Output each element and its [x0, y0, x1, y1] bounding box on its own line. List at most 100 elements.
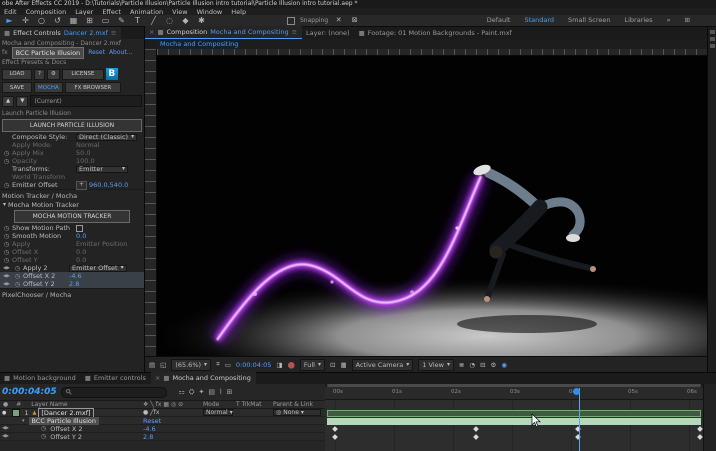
- apply-2-dropdown[interactable]: Emitter Offset ▾: [69, 265, 127, 272]
- effect-name[interactable]: BCC Particle Illusion: [12, 47, 85, 59]
- draft-3d-icon[interactable]: ⛭: [189, 388, 195, 397]
- param-value[interactable]: 2.8: [69, 280, 79, 288]
- tab-layer[interactable]: Layer: (none): [302, 27, 355, 39]
- comp-timecode[interactable]: 0:00:04:05: [236, 361, 272, 369]
- roto-brush-tool-icon[interactable]: ◆: [180, 16, 191, 25]
- stopwatch-icon[interactable]: ◷: [14, 273, 21, 280]
- magnification-icon[interactable]: ◱: [160, 361, 166, 369]
- workspace-standard[interactable]: Standard: [524, 16, 554, 24]
- always-preview-icon[interactable]: ▤: [149, 361, 155, 369]
- snap-option-icon[interactable]: ✕: [333, 17, 344, 24]
- layer-name[interactable]: [Dancer 2.mxf]: [39, 409, 92, 417]
- mocha-button[interactable]: MOCHA: [34, 82, 63, 93]
- keyframe-nav-arrows[interactable]: ◀▶: [3, 274, 12, 279]
- effect-row-bcc-particle-illusion[interactable]: ▾ BCC Particle Illusion Reset: [0, 417, 325, 425]
- tab-effect-controls[interactable]: ■ Effect Controls Dancer 2.mxf ≡: [0, 27, 121, 39]
- exposure-icon[interactable]: ◉: [501, 361, 507, 369]
- snapping-checkbox[interactable]: [287, 17, 295, 25]
- rotate-tool-icon[interactable]: ↺: [52, 16, 63, 25]
- playhead[interactable]: [573, 388, 580, 395]
- property-name[interactable]: Offset X 2: [50, 425, 82, 433]
- docked-panel-icon[interactable]: [710, 37, 715, 41]
- keyframe[interactable]: [473, 434, 479, 440]
- view-layout-dropdown[interactable]: 1 View ▾: [418, 359, 454, 371]
- current-preset-field[interactable]: (Current): [30, 95, 142, 107]
- region-of-interest-icon[interactable]: ⊡: [330, 361, 335, 369]
- keyframe[interactable]: [697, 426, 703, 432]
- layer-duration-bar[interactable]: [327, 410, 701, 417]
- blend-mode-dropdown[interactable]: Normal ▾: [203, 409, 233, 416]
- workspace-overflow-icon[interactable]: »: [667, 16, 671, 24]
- stopwatch-icon[interactable]: ◷: [3, 233, 10, 240]
- frame-blending-icon[interactable]: ▤: [208, 388, 215, 397]
- panel-menu-icon[interactable]: ≡: [292, 28, 297, 36]
- crosshair-picker-icon[interactable]: +: [76, 181, 87, 190]
- show-motion-path-checkbox[interactable]: [76, 225, 83, 232]
- snapshot-icon[interactable]: ◨: [276, 361, 282, 369]
- transforms-dropdown[interactable]: Emitter ▾: [76, 166, 128, 173]
- keyframe[interactable]: [473, 426, 479, 432]
- stopwatch-icon[interactable]: ◷: [3, 150, 10, 157]
- camera-tool-icon[interactable]: ▦: [68, 16, 79, 25]
- effect-name[interactable]: BCC Particle Illusion: [29, 417, 100, 425]
- keyframe[interactable]: [332, 426, 338, 432]
- pen-tool-icon[interactable]: ✎: [116, 16, 127, 25]
- tab-footage[interactable]: ■ Footage: 01 Motion Backgrounds - Paint…: [355, 27, 517, 39]
- snap-grid-icon[interactable]: ⊠: [349, 17, 360, 24]
- grid-guides-icon[interactable]: ⌗: [216, 360, 220, 369]
- next-preset-button[interactable]: ▼: [16, 96, 28, 107]
- puppet-tool-icon[interactable]: ✱: [196, 16, 207, 25]
- selection-tool-icon[interactable]: ►: [4, 16, 15, 25]
- pixel-aspect-icon[interactable]: ≣: [459, 361, 464, 369]
- graph-editor-icon[interactable]: ⊞: [226, 388, 232, 397]
- type-tool-icon[interactable]: T: [132, 16, 143, 25]
- stopwatch-icon[interactable]: ◷: [3, 158, 10, 165]
- shape-tool-icon[interactable]: ▭: [100, 16, 111, 25]
- docked-panel-icon[interactable]: [710, 30, 715, 34]
- twirl-icon[interactable]: ▾: [22, 418, 25, 424]
- comp-viewer[interactable]: [157, 56, 707, 356]
- license-button[interactable]: LICENSE: [62, 69, 104, 80]
- keyframe-nav-arrows[interactable]: ◀▶: [2, 434, 11, 439]
- tab-emitter-controls[interactable]: ■ Emitter controls: [81, 372, 151, 384]
- stopwatch-icon[interactable]: ◷: [14, 281, 21, 288]
- comp-mini-flowchart-icon[interactable]: ⚏: [179, 388, 185, 397]
- selected-effect-band[interactable]: [327, 418, 701, 425]
- workspace-default[interactable]: Default: [487, 16, 511, 24]
- close-icon[interactable]: ×: [155, 374, 160, 382]
- load-button[interactable]: LOAD: [2, 69, 32, 80]
- timeline-search-input[interactable]: [61, 387, 167, 398]
- timeline-track-area[interactable]: 00s 01s 02s 03s 04s 05s 06s: [325, 384, 703, 451]
- resolution-dropdown[interactable]: Full ▾: [300, 359, 325, 371]
- tracker-subgroup[interactable]: ▾ Mocha Motion Tracker: [0, 201, 144, 209]
- stopwatch-icon[interactable]: ◷: [3, 225, 10, 232]
- launch-particle-illusion-button[interactable]: LAUNCH PARTICLE ILLUSION: [2, 119, 142, 132]
- param-value[interactable]: -4.6: [69, 272, 82, 280]
- fx-browser-button[interactable]: FX BROWSER: [65, 82, 121, 93]
- effect-reset-link[interactable]: Reset: [143, 417, 161, 425]
- stopwatch-icon[interactable]: ◷: [41, 433, 46, 440]
- keyframe[interactable]: [697, 434, 703, 440]
- fast-previews-icon[interactable]: ◔: [469, 361, 475, 369]
- motion-blur-icon[interactable]: ⌇: [219, 388, 222, 397]
- settings-gear-icon[interactable]: ⚙: [47, 69, 60, 80]
- tab-composition[interactable]: × ■ Composition Mocha and Compositing ≡: [145, 26, 302, 39]
- save-button[interactable]: SAVE: [2, 82, 32, 93]
- keyframe[interactable]: [332, 434, 338, 440]
- property-name[interactable]: Offset Y 2: [50, 433, 82, 441]
- keyframe-nav-arrows[interactable]: ◀▶: [2, 426, 11, 431]
- pixelchooser-group-header[interactable]: PixelChooser / Mocha: [0, 288, 144, 300]
- stopwatch-icon[interactable]: ◷: [14, 265, 21, 272]
- property-value[interactable]: 2.8: [143, 433, 153, 441]
- property-row-offset-x2[interactable]: ◀▶ ◷ Offset X 2 -4.6: [0, 425, 325, 433]
- timeline-button-icon[interactable]: ⊟: [480, 361, 485, 369]
- borisfx-logo[interactable]: B: [106, 68, 118, 80]
- search-workspaces-icon[interactable]: ⊞: [685, 16, 690, 24]
- layer-name-header[interactable]: Layer Name: [31, 401, 67, 408]
- pan-behind-tool-icon[interactable]: ⊞: [84, 16, 95, 25]
- eye-icon[interactable]: ●: [2, 410, 6, 416]
- workspace-libraries[interactable]: Libraries: [624, 16, 652, 24]
- parent-dropdown[interactable]: ◎ None ▾: [273, 409, 321, 416]
- zoom-dropdown[interactable]: (65.6%) ▾: [171, 359, 211, 371]
- trkmat-header[interactable]: T TrkMat: [236, 401, 262, 408]
